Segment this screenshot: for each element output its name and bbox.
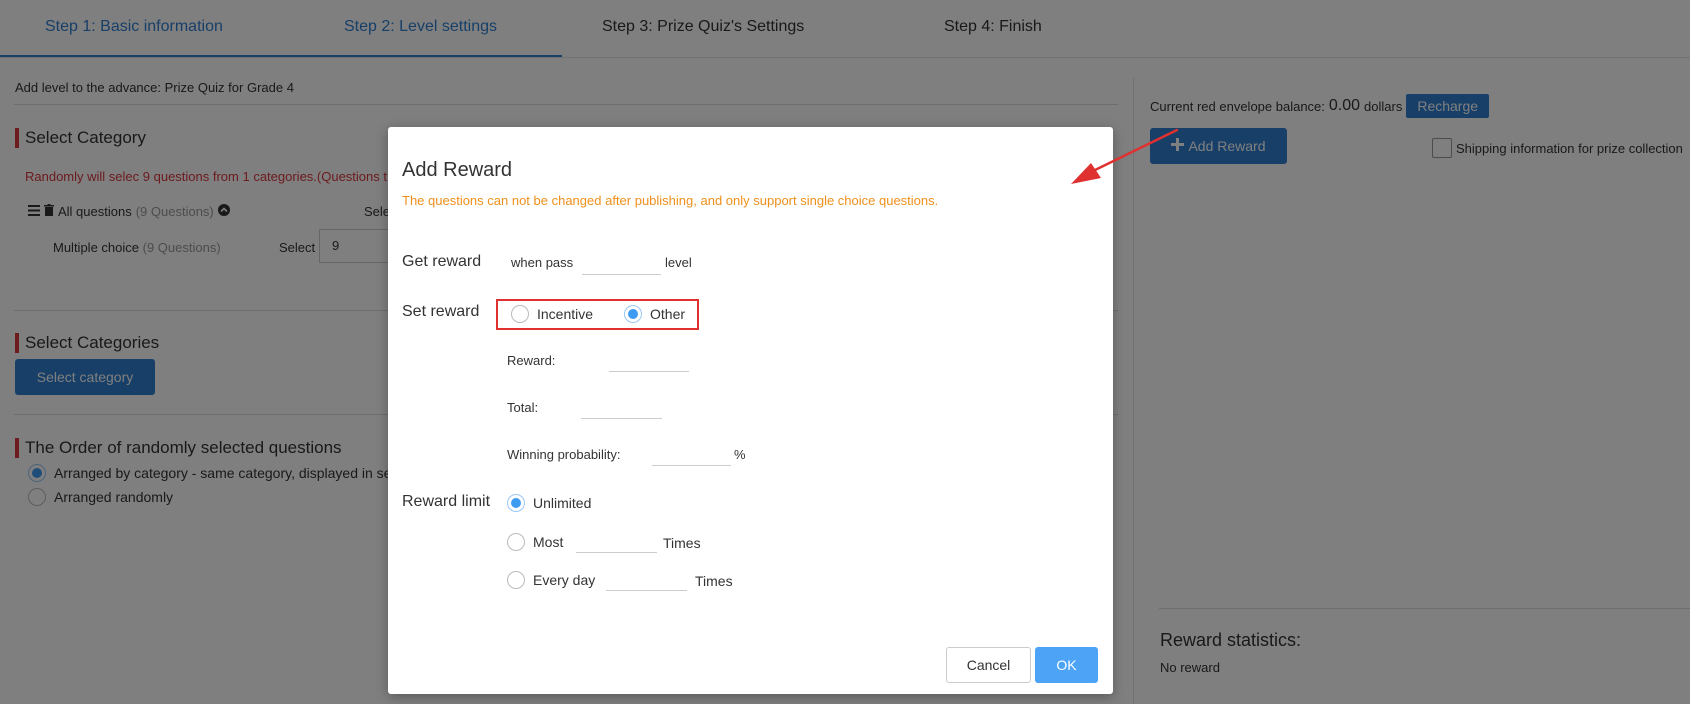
most-times-input[interactable] — [576, 552, 657, 553]
limit-most[interactable]: Most — [507, 533, 563, 551]
reward-type-incentive[interactable]: Incentive — [511, 305, 593, 323]
winning-probability-input[interactable] — [652, 465, 731, 466]
limit-option-label: Unlimited — [533, 495, 592, 511]
times-suffix: Times — [663, 535, 701, 551]
radio-button[interactable] — [624, 305, 642, 323]
reward-type-label: Other — [650, 306, 686, 322]
limit-option-label: Every day — [533, 572, 596, 588]
dialog-note: The questions can not be changed after p… — [402, 193, 939, 208]
dialog-title: Add Reward — [402, 159, 513, 181]
level-text: level — [665, 255, 692, 270]
limit-every-day[interactable]: Every day — [507, 571, 595, 589]
reward-type-label: Incentive — [537, 306, 594, 322]
add-reward-dialog: Add Reward The questions can not be chan… — [388, 127, 1113, 694]
when-pass-text: when pass — [511, 255, 574, 270]
radio-button[interactable] — [511, 305, 529, 323]
get-reward-label: Get reward — [402, 253, 482, 270]
pass-level-input[interactable] — [582, 274, 661, 275]
radio-button[interactable] — [507, 571, 525, 589]
reward-limit-label: Reward limit — [402, 493, 491, 510]
ok-button[interactable]: OK — [1035, 647, 1098, 683]
radio-button[interactable] — [507, 494, 525, 512]
total-field-label: Total: — [507, 400, 539, 415]
percent-text: % — [734, 447, 746, 462]
set-reward-label: Set reward — [402, 303, 480, 320]
cancel-button[interactable]: Cancel — [946, 647, 1031, 683]
reward-field-label: Reward: — [507, 353, 556, 368]
limit-unlimited[interactable]: Unlimited — [507, 494, 591, 512]
limit-option-label: Most — [533, 534, 564, 550]
reward-type-other[interactable]: Other — [624, 305, 685, 323]
every-day-times-input[interactable] — [606, 590, 687, 591]
total-input[interactable] — [581, 418, 662, 419]
reward-input[interactable] — [609, 371, 689, 372]
winning-probability-label: Winning probability: — [507, 447, 621, 462]
times-suffix: Times — [695, 573, 733, 589]
radio-button[interactable] — [507, 533, 525, 551]
